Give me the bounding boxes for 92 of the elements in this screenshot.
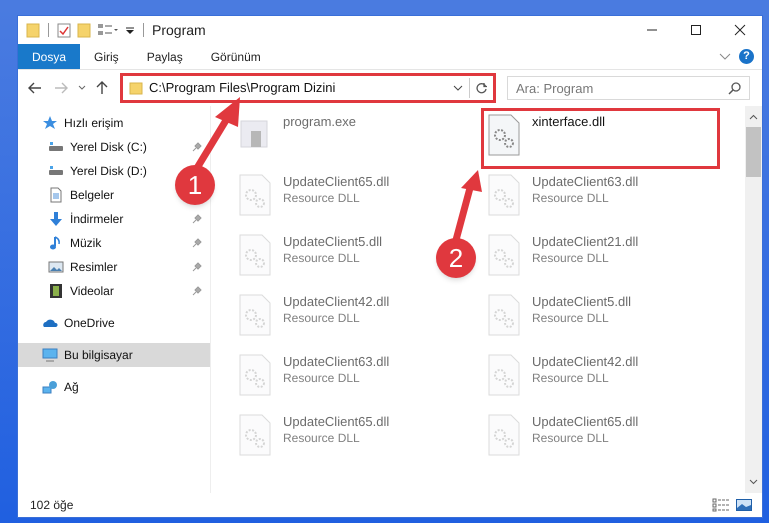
gear-file-icon: [237, 233, 273, 277]
file-name: UpdateClient63.dll: [532, 173, 638, 190]
sidebar-item[interactable]: Ağ: [18, 375, 87, 399]
star-icon: [42, 115, 58, 131]
sidebar-item[interactable]: İndirmeler: [18, 207, 210, 231]
sidebar-item[interactable]: Videolar: [18, 279, 210, 303]
file-type: Resource DLL: [532, 250, 610, 267]
maximize-icon: [690, 24, 702, 36]
ribbon-tab[interactable]: Paylaş: [132, 44, 197, 69]
sidebar-item[interactable]: Resimler: [18, 255, 210, 279]
properties-icon[interactable]: [57, 22, 71, 38]
file-item[interactable]: UpdateClient21.dll Resource DLL: [486, 233, 638, 283]
help-button[interactable]: ?: [739, 49, 754, 64]
file-item[interactable]: xinterface.dll: [481, 108, 720, 169]
file-type: Resource DLL: [283, 370, 361, 387]
file-type: Resource DLL: [532, 190, 610, 207]
file-type: Resource DLL: [532, 430, 610, 447]
file-item[interactable]: UpdateClient5.dll Resource DLL: [237, 233, 382, 283]
file-name: xinterface.dll: [532, 113, 605, 130]
folder-icon: [129, 81, 143, 95]
address-field[interactable]: C:\Program Files\Program Dizini: [120, 73, 496, 103]
search-input[interactable]: Ara: Program: [508, 77, 728, 99]
sidebar-item[interactable]: OneDrive: [18, 311, 123, 335]
file-type: Resource DLL: [283, 310, 361, 327]
search-icon[interactable]: [728, 82, 741, 94]
item-count: 102 öğe: [30, 497, 74, 514]
sidebar-item[interactable]: Bu bilgisayar: [18, 343, 210, 367]
file-type: Resource DLL: [283, 190, 361, 207]
gear-file-icon: [486, 353, 522, 397]
file-name: UpdateClient42.dll: [283, 293, 390, 310]
file-name: UpdateClient63.dll: [283, 353, 390, 370]
file-name: program.exe: [283, 113, 356, 130]
file-type: Resource DLL: [532, 370, 610, 387]
file-name: UpdateClient65.dll: [283, 173, 390, 190]
view-menu-icon[interactable]: [97, 23, 119, 37]
gear-file-icon: [486, 293, 522, 337]
file-item[interactable]: UpdateClient42.dll Resource DLL: [237, 293, 390, 343]
back-icon[interactable]: [28, 82, 42, 94]
file-type: Resource DLL: [532, 310, 610, 327]
file-name: UpdateClient65.dll: [283, 413, 390, 430]
gear-file-icon: [486, 173, 522, 217]
network-icon: [42, 379, 58, 395]
address-path: C:\Program Files\Program Dizini: [149, 79, 336, 98]
file-item[interactable]: UpdateClient42.dll Resource DLL: [486, 353, 638, 403]
file-name: UpdateClient5.dll: [532, 293, 632, 310]
gear-file-icon: [237, 173, 273, 217]
gear-file-icon: [486, 413, 522, 457]
gear-file-icon: [237, 293, 273, 337]
file-name: UpdateClient42.dll: [532, 353, 638, 370]
details-view-icon[interactable]: [712, 498, 730, 512]
sidebar-item[interactable]: Belgeler: [18, 183, 122, 207]
ribbon-tab[interactable]: Görünüm: [196, 44, 275, 69]
picture-icon: [48, 259, 64, 275]
refresh-icon[interactable]: [475, 82, 488, 94]
file-item[interactable]: UpdateClient63.dll Resource DLL: [486, 173, 638, 223]
file-item[interactable]: UpdateClient65.dll Resource DLL: [237, 173, 390, 223]
recent-locations-icon[interactable]: [78, 85, 86, 91]
file-item[interactable]: UpdateClient65.dll Resource DLL: [486, 413, 638, 463]
scrollbar[interactable]: [745, 106, 762, 493]
scroll-down-icon[interactable]: [749, 479, 758, 485]
large-icons-view-icon[interactable]: [736, 498, 752, 512]
sidebar-item[interactable]: Yerel Disk (C:): [18, 135, 210, 159]
gear-file-icon: [237, 413, 273, 457]
search-field[interactable]: Ara: Program: [507, 76, 750, 100]
document-icon: [48, 187, 64, 203]
file-type: Resource DLL: [283, 430, 361, 447]
file-item[interactable]: UpdateClient65.dll Resource DLL: [237, 413, 390, 463]
file-name: UpdateClient5.dll: [283, 233, 382, 250]
chevron-down-icon[interactable]: [453, 85, 463, 91]
close-icon: [734, 24, 746, 36]
gear-file-icon: [486, 113, 522, 157]
scroll-up-icon[interactable]: [749, 114, 758, 120]
file-item[interactable]: UpdateClient63.dll Resource DLL: [237, 353, 390, 403]
scroll-thumb[interactable]: [746, 127, 761, 177]
ribbon-tab[interactable]: Dosya: [18, 44, 80, 69]
film-icon: [48, 283, 64, 299]
gear-file-icon: [486, 233, 522, 277]
up-icon[interactable]: [96, 81, 108, 95]
monitor-icon: [42, 347, 58, 363]
file-name: UpdateClient21.dll: [532, 233, 638, 250]
file-item[interactable]: UpdateClient5.dll Resource DLL: [486, 293, 632, 343]
window-title: Program: [152, 20, 206, 40]
sidebar-item[interactable]: Yerel Disk (D:): [18, 159, 155, 183]
sidebar-item[interactable]: Hızlı erişim: [18, 111, 132, 135]
file-type: Resource DLL: [283, 250, 361, 267]
down-arrow-icon: [48, 211, 64, 227]
file-name: UpdateClient65.dll: [532, 413, 638, 430]
sidebar-item[interactable]: Müzik: [18, 231, 210, 255]
ribbon-tab[interactable]: Giriş: [80, 44, 133, 69]
gear-file-icon: [237, 353, 273, 397]
expand-ribbon-icon[interactable]: [719, 52, 731, 60]
file-item[interactable]: program.exe: [237, 113, 356, 163]
